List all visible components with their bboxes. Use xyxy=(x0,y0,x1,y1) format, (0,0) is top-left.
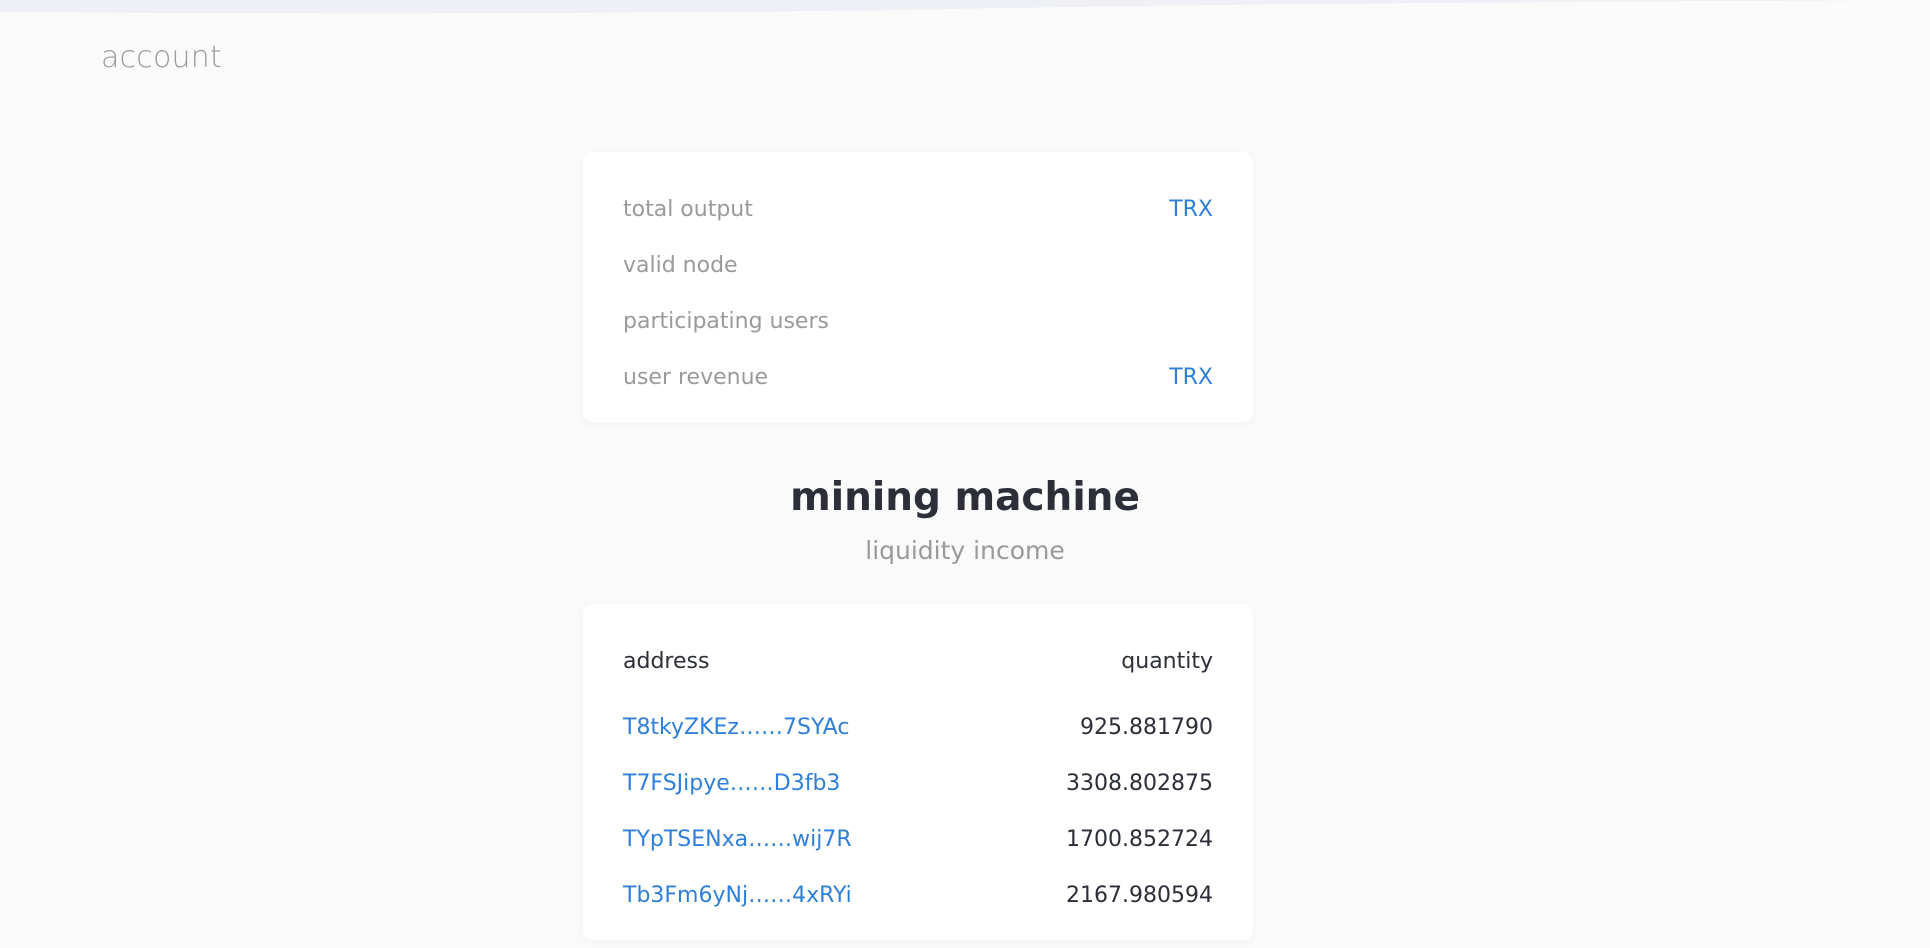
income-table: address quantity T8tkyZKEz……7SYAc 925.88… xyxy=(583,604,1253,940)
table-row: T8tkyZKEz……7SYAc 925.881790 xyxy=(623,699,1213,755)
column-header-address: address xyxy=(623,648,710,674)
address-link[interactable]: T7FSJipye……D3fb3 xyxy=(623,771,840,796)
stats-card: total output TRX valid node participatin… xyxy=(583,152,1253,422)
address-link[interactable]: T8tkyZKEz……7SYAc xyxy=(623,715,849,740)
quantity-value: 3308.802875 xyxy=(1066,770,1213,796)
section-title: mining machine xyxy=(790,475,1140,520)
address-link[interactable]: TYpTSENxa……wij7R xyxy=(623,827,852,852)
table-row: TYpTSENxa……wij7R 1700.852724 xyxy=(623,811,1213,867)
quantity-value: 925.881790 xyxy=(1080,714,1213,740)
stat-row-user-revenue: user revenue TRX xyxy=(623,349,1213,405)
stat-unit: TRX xyxy=(1169,364,1213,390)
stat-row-valid-node: valid node xyxy=(623,237,1213,293)
quantity-value: 1700.852724 xyxy=(1066,826,1213,852)
stat-label: user revenue xyxy=(623,364,769,390)
stat-unit: TRX xyxy=(1169,196,1213,222)
section-subtitle: liquidity income xyxy=(865,536,1065,565)
header-wave-decoration xyxy=(0,0,1930,14)
quantity-value: 2167.980594 xyxy=(1066,882,1213,908)
page-title: account xyxy=(101,40,222,75)
stat-label: total output xyxy=(623,196,753,222)
stat-label: participating users xyxy=(623,308,829,334)
column-header-quantity: quantity xyxy=(1121,648,1213,674)
stat-row-total-output: total output TRX xyxy=(623,181,1213,237)
table-header: address quantity xyxy=(623,633,1213,689)
table-row: Tb3Fm6yNj……4xRYi 2167.980594 xyxy=(623,867,1213,923)
address-link[interactable]: Tb3Fm6yNj……4xRYi xyxy=(623,883,852,908)
table-row: T7FSJipye……D3fb3 3308.802875 xyxy=(623,755,1213,811)
stat-label: valid node xyxy=(623,252,738,278)
stat-row-participating-users: participating users xyxy=(623,293,1213,349)
